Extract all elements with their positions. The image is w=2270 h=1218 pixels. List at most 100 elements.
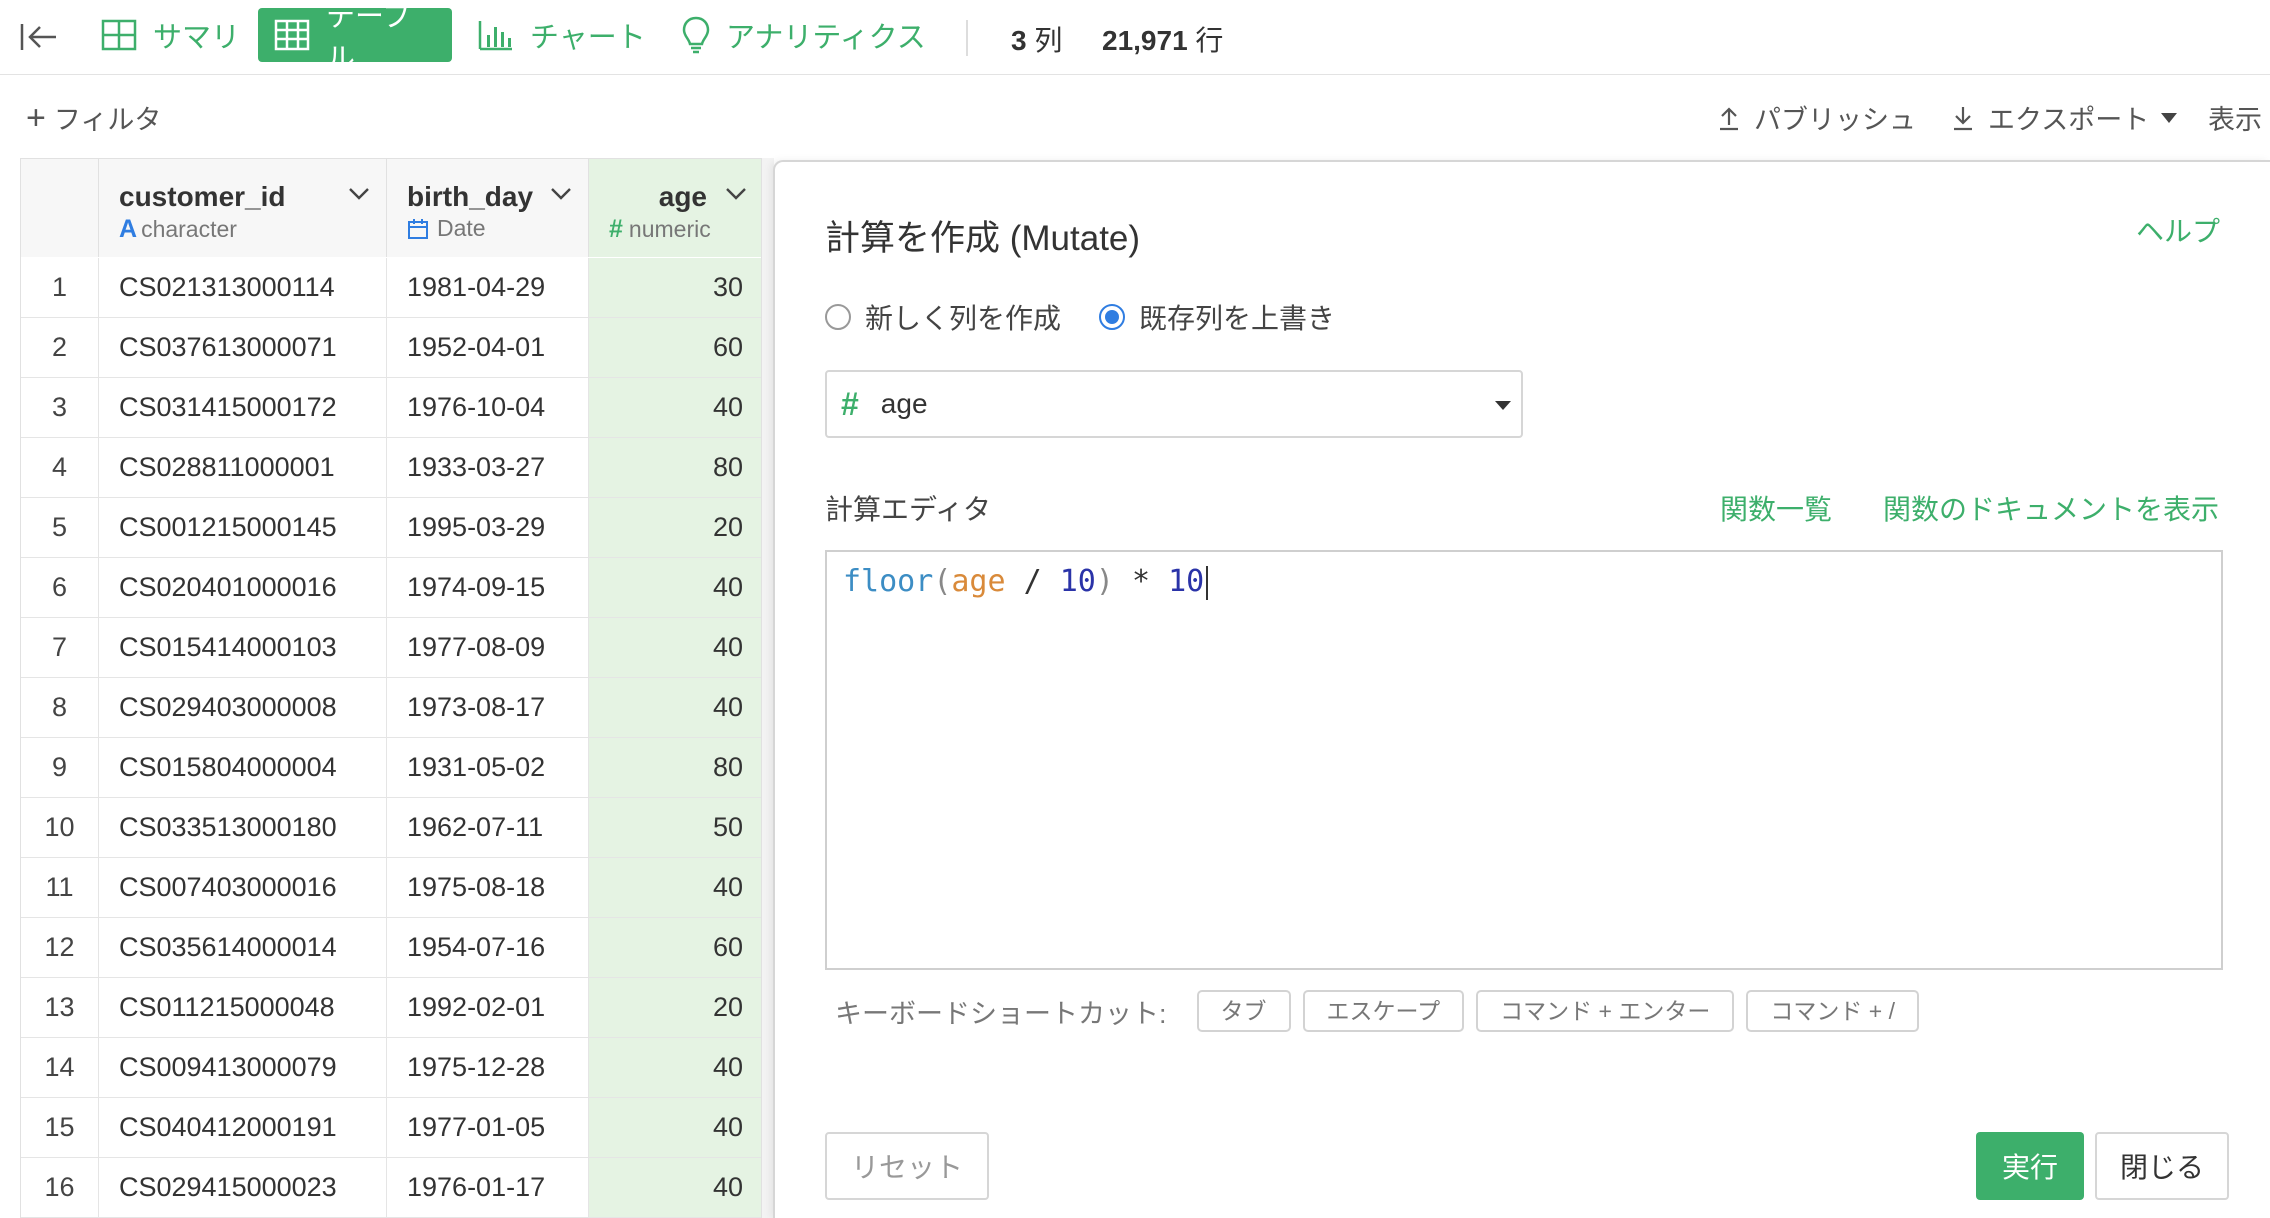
cell-age: 40 [589,1158,761,1217]
column-type: Date [407,215,486,242]
chevron-down-icon[interactable] [348,187,370,206]
run-button[interactable]: 実行 [1976,1132,2084,1200]
row-index: 5 [21,498,99,557]
table-row[interactable]: 7 CS015414000103 1977-08-09 40 [21,618,761,678]
cell-age: 50 [589,798,761,857]
publish-button[interactable]: パブリッシュ [1718,98,1916,137]
row-index: 6 [21,558,99,617]
table-header: customer_id A character birth_day Date a… [21,159,761,257]
table-row[interactable]: 8 CS029403000008 1973-08-17 40 [21,678,761,738]
tab-analytics[interactable]: アナリティクス [666,8,942,62]
row-index: 1 [21,258,99,317]
cell-birth-day: 1974-09-15 [387,558,589,617]
cell-customer-id: CS035614000014 [99,918,387,977]
tab-analytics-label: アナリティクス [726,22,926,54]
cell-age: 60 [589,918,761,977]
cell-birth-day: 1973-08-17 [387,678,589,737]
function-doc-link[interactable]: 関数のドキュメントを表示 [1883,488,2219,528]
cell-customer-id: CS009413000079 [99,1038,387,1097]
function-list-link[interactable]: 関数一覧 [1720,488,1832,528]
column-select-dropdown[interactable]: # age [825,370,1523,438]
cell-age: 80 [589,738,761,797]
calculation-editor[interactable]: floor(age / 10) * 10 [825,550,2223,970]
code-number: 10 [1168,564,1205,599]
help-link[interactable]: ヘルプ [2136,210,2220,250]
table-row[interactable]: 3 CS031415000172 1976-10-04 40 [21,378,761,438]
table-row[interactable]: 15 CS040412000191 1977-01-05 40 [21,1098,761,1158]
close-button[interactable]: 閉じる [2095,1132,2229,1200]
text-cursor [1206,565,1209,600]
cell-birth-day: 1976-10-04 [387,378,589,437]
sub-toolbar: + フィルタ パブリッシュ エクスポート 表示 [0,76,2270,158]
collapse-back-button[interactable] [18,16,60,58]
export-label: エクスポート [1988,105,2150,135]
cell-age: 60 [589,318,761,377]
column-header-age[interactable]: age # numeric [589,159,761,257]
cell-age: 40 [589,678,761,737]
column-name: birth_day [407,181,534,212]
shortcut-command-enter: コマンド + エンター [1476,990,1735,1032]
table-row[interactable]: 9 CS015804000004 1931-05-02 80 [21,738,761,798]
radio-overwrite-column[interactable]: 既存列を上書き [1099,297,1335,337]
row-count: 21,971 行 [1102,19,1223,59]
column-count-value: 3 [1011,25,1027,56]
row-count-unit: 行 [1195,25,1224,56]
reset-button[interactable]: リセット [825,1132,989,1200]
selected-column-value: age [880,388,928,419]
table-row[interactable]: 16 CS029415000023 1976-01-17 40 [21,1158,761,1218]
column-type: # numeric [609,215,711,244]
column-type-label: Date [437,215,486,241]
add-filter-button[interactable]: + フィルタ [26,98,161,137]
table-row[interactable]: 14 CS009413000079 1975-12-28 40 [21,1038,761,1098]
column-header-birth-day[interactable]: birth_day Date [387,159,589,257]
cell-age: 40 [589,1038,761,1097]
table-row[interactable]: 6 CS020401000016 1974-09-15 40 [21,558,761,618]
caret-down-icon [1495,401,1511,410]
divider [966,20,968,56]
table-row[interactable]: 2 CS037613000071 1952-04-01 60 [21,318,761,378]
table-row[interactable]: 11 CS007403000016 1975-08-18 40 [21,858,761,918]
code-number: 10 [1059,564,1096,599]
chevron-down-icon[interactable] [725,187,747,206]
tab-summary[interactable]: サマリ [85,8,256,62]
display-button[interactable]: 表示 [2208,98,2262,137]
cell-customer-id: CS031415000172 [99,378,387,437]
row-index: 8 [21,678,99,737]
code-variable: age [951,564,1006,599]
column-header-customer-id[interactable]: customer_id A character [99,159,387,257]
shortcut-label: キーボードショートカット: [835,998,1167,1029]
cell-customer-id: CS015804000004 [99,738,387,797]
chevron-down-icon[interactable] [550,187,572,206]
cell-age: 30 [589,258,761,317]
table-row[interactable]: 5 CS001215000145 1995-03-29 20 [21,498,761,558]
tab-chart[interactable]: チャート [462,8,662,62]
character-type-icon: A [119,215,138,243]
table-row[interactable]: 10 CS033513000180 1962-07-11 50 [21,798,761,858]
row-index: 2 [21,318,99,377]
cell-birth-day: 1962-07-11 [387,798,589,857]
table-row[interactable]: 1 CS021313000114 1981-04-29 30 [21,258,761,318]
table-row[interactable]: 12 CS035614000014 1954-07-16 60 [21,918,761,978]
cell-customer-id: CS037613000071 [99,318,387,377]
cell-customer-id: CS007403000016 [99,858,387,917]
shortcut-tab: タブ [1196,990,1291,1032]
cell-birth-day: 1931-05-02 [387,738,589,797]
download-icon [1952,105,1974,131]
row-index: 7 [21,618,99,677]
table-row[interactable]: 13 CS011215000048 1992-02-01 20 [21,978,761,1038]
cell-birth-day: 1995-03-29 [387,498,589,557]
radio-overwrite-label: 既存列を上書き [1139,303,1336,334]
code-paren-close: ) [1095,564,1114,599]
tab-table[interactable]: テーブル [258,1,452,75]
radio-new-column[interactable]: 新しく列を作成 [825,297,1061,337]
row-index: 12 [21,918,99,977]
cell-age: 40 [589,378,761,437]
column-type-label: numeric [628,216,711,242]
export-button[interactable]: エクスポート [1952,98,2178,137]
table-row[interactable]: 4 CS028811000001 1933-03-27 80 [21,438,761,498]
upload-icon [1718,105,1740,131]
cell-birth-day: 1975-12-28 [387,1038,589,1097]
radio-button[interactable] [825,304,851,330]
radio-button-checked[interactable] [1099,304,1126,330]
row-index: 15 [21,1098,99,1157]
